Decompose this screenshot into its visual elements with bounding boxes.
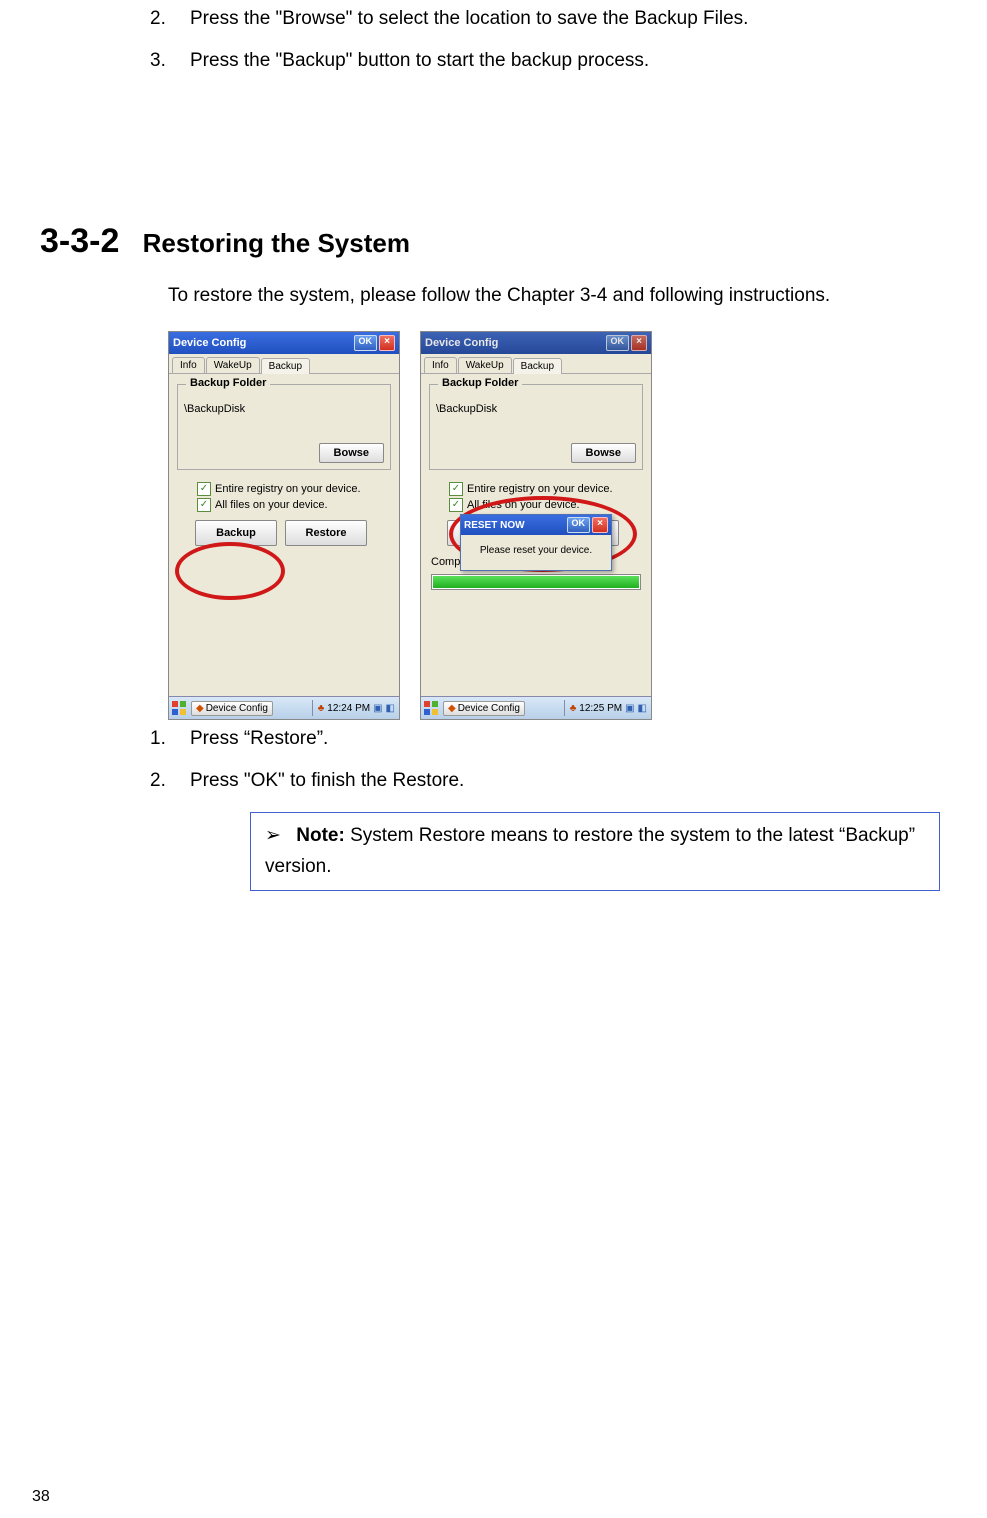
checkbox-label: Entire registry on your device. [215,483,361,495]
tray-icon: ♣ [318,703,325,714]
taskbar-task[interactable]: ◆ Device Config [443,701,525,716]
note-label: Note: [296,825,345,846]
step-text: Press "OK" to finish the Restore. [190,770,947,792]
start-icon[interactable] [423,700,439,716]
tray-clock: 12:24 PM [327,703,370,714]
taskbar: ◆ Device Config ♣ 12:24 PM ▣ ◧ [169,696,399,719]
group-title: Backup Folder [186,377,270,389]
tray-icon: ♣ [570,703,577,714]
checkbox-label: All files on your device. [215,499,328,511]
tray-clock: 12:25 PM [579,703,622,714]
backup-folder-group: Backup Folder \BackupDisk Bowse [177,384,391,470]
step-text: Press “Restore”. [190,728,947,750]
section-number: 3-3-2 [40,222,119,261]
folder-path: \BackupDisk [436,403,636,415]
restore-button[interactable]: Restore [285,520,367,546]
check-icon: ✓ [197,498,211,512]
taskbar-task[interactable]: ◆ Device Config [191,701,273,716]
step-item: 3. Press the "Backup" button to start th… [150,50,947,72]
window-title: Device Config [425,337,498,349]
step-item: 2. Press the "Browse" to select the loca… [150,8,947,30]
task-icon: ◆ [196,703,204,714]
screenshot-row: Device Config OK × Info WakeUp Backup Ba… [168,331,947,720]
section-title: Restoring the System [143,228,410,259]
check-icon: ✓ [449,482,463,496]
titlebar-close-button[interactable]: × [631,335,647,351]
progress-fill [433,576,639,588]
tray-icon: ◧ [386,703,395,714]
step-number: 2. [150,770,190,792]
checkbox-all-files[interactable]: ✓ All files on your device. [449,498,643,512]
step-number: 1. [150,728,190,750]
modal-message: Please reset your device. [461,535,611,570]
titlebar: Device Config OK × [421,332,651,354]
device-config-window-1: Device Config OK × Info WakeUp Backup Ba… [168,331,400,720]
tray-icon: ▣ [625,703,634,714]
titlebar: Device Config OK × [169,332,399,354]
section-heading: 3-3-2 Restoring the System [40,222,947,261]
task-label: Device Config [458,703,520,714]
check-icon: ✓ [449,498,463,512]
checkbox-label: All files on your device. [467,499,580,511]
step-item: 2. Press "OK" to finish the Restore. [150,770,947,792]
tab-wakeup[interactable]: WakeUp [206,357,260,373]
note-text: System Restore means to restore the syst… [265,825,915,876]
titlebar-ok-button[interactable]: OK [354,335,378,351]
tray-icon: ◧ [638,703,647,714]
tab-strip: Info WakeUp Backup [421,354,651,374]
step-number: 2. [150,8,190,30]
note-box: ➢ Note: System Restore means to restore … [250,812,940,891]
reset-now-dialog: RESET NOW OK × Please reset your device. [460,514,612,571]
backup-folder-group: Backup Folder \BackupDisk Bowse [429,384,643,470]
modal-close-button[interactable]: × [592,517,608,533]
highlight-circle [175,542,285,600]
checkbox-entire-registry[interactable]: ✓ Entire registry on your device. [197,482,391,496]
tab-strip: Info WakeUp Backup [169,354,399,374]
note-arrow-icon: ➢ [265,821,279,851]
tab-wakeup[interactable]: WakeUp [458,357,512,373]
window-title: Device Config [173,337,246,349]
titlebar-ok-button[interactable]: OK [606,335,630,351]
start-icon[interactable] [171,700,187,716]
tab-info[interactable]: Info [172,357,205,373]
tab-backup[interactable]: Backup [513,358,562,374]
step-item: 1. Press “Restore”. [150,728,947,750]
tab-body: Backup Folder \BackupDisk Bowse ✓ Entire… [421,374,651,696]
step-text: Press the "Backup" button to start the b… [190,50,947,72]
page-number: 38 [32,1488,50,1506]
step-text: Press the "Browse" to select the locatio… [190,8,947,30]
taskbar: ◆ Device Config ♣ 12:25 PM ▣ ◧ [421,696,651,719]
modal-titlebar: RESET NOW OK × [461,515,611,535]
tray-icon: ▣ [373,703,382,714]
device-config-window-2: Device Config OK × Info WakeUp Backup Ba… [420,331,652,720]
backup-button[interactable]: Backup [195,520,277,546]
step-number: 3. [150,50,190,72]
tab-backup[interactable]: Backup [261,358,310,374]
group-title: Backup Folder [438,377,522,389]
task-label: Device Config [206,703,268,714]
section-intro: To restore the system, please follow the… [168,281,947,311]
modal-ok-button[interactable]: OK [567,517,591,533]
check-icon: ✓ [197,482,211,496]
checkbox-label: Entire registry on your device. [467,483,613,495]
checkbox-entire-registry[interactable]: ✓ Entire registry on your device. [449,482,643,496]
checkbox-all-files[interactable]: ✓ All files on your device. [197,498,391,512]
titlebar-close-button[interactable]: × [379,335,395,351]
tab-info[interactable]: Info [424,357,457,373]
tab-body: Backup Folder \BackupDisk Bowse ✓ Entire… [169,374,399,696]
browse-button[interactable]: Bowse [319,443,384,463]
modal-title: RESET NOW [464,520,525,531]
task-icon: ◆ [448,703,456,714]
progress-bar [431,574,641,590]
browse-button[interactable]: Bowse [571,443,636,463]
folder-path: \BackupDisk [184,403,384,415]
